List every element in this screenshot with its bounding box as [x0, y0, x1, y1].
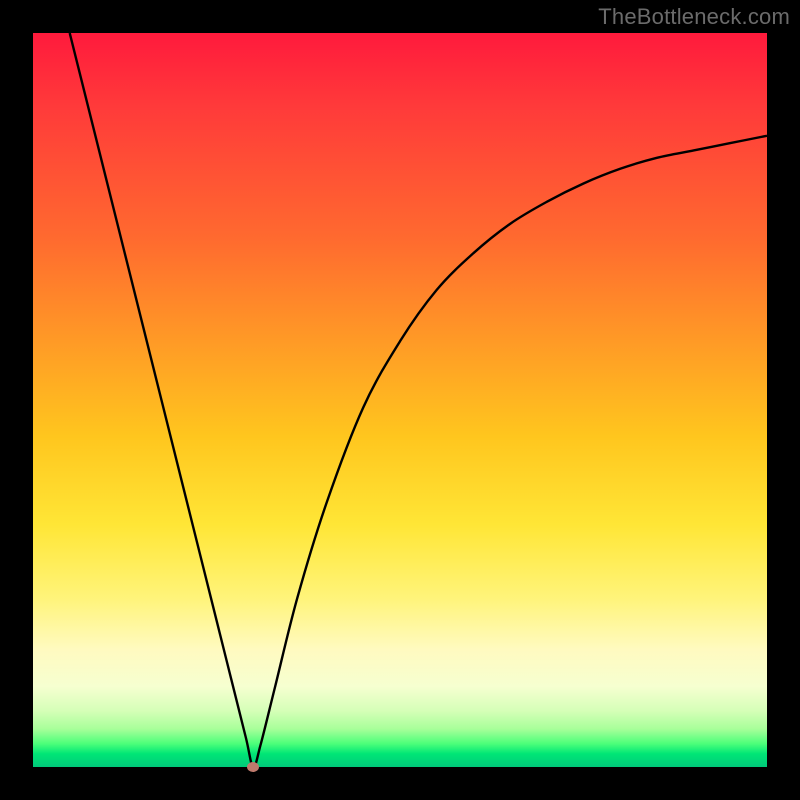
plot-area: [33, 33, 767, 767]
curve-svg: [33, 33, 767, 767]
watermark-text: TheBottleneck.com: [598, 4, 790, 30]
optimal-point-marker: [247, 762, 259, 772]
chart-frame: TheBottleneck.com: [0, 0, 800, 800]
bottleneck-curve: [70, 33, 767, 767]
